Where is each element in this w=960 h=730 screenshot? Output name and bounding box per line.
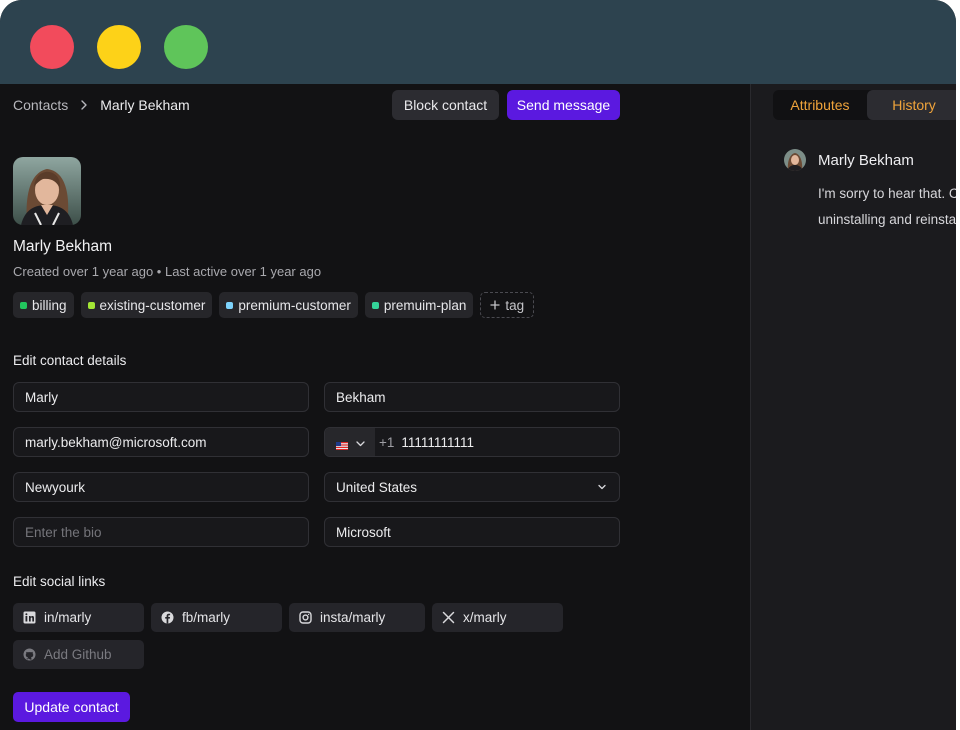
tag-label: premuim-plan <box>383 297 467 313</box>
message-text: I'm sorry to hear that. C uninstalling a… <box>818 181 956 233</box>
avatar <box>13 157 81 225</box>
add-tag-label: tag <box>505 297 525 313</box>
contact-name: Marly Bekham <box>13 238 113 255</box>
tag-color-dot <box>87 301 95 309</box>
instagram-icon <box>299 611 312 624</box>
tag-color-dot <box>226 301 234 309</box>
tag-premium-customer[interactable]: premium-customer <box>219 292 358 318</box>
close-window-button[interactable] <box>30 25 74 69</box>
plus-icon <box>490 298 501 313</box>
linkedin-icon <box>23 611 36 624</box>
company-field[interactable]: Microsoft <box>324 517 620 547</box>
chevron-down-icon <box>597 482 607 492</box>
facebook-field[interactable]: fb/marly <box>151 603 282 632</box>
tag-list: billing existing-customer premium-custom… <box>13 292 535 318</box>
tag-label: billing <box>32 297 67 313</box>
email-field[interactable]: marly.bekham@microsoft.com <box>13 427 309 457</box>
x-value: x/marly <box>463 610 507 625</box>
first-name-field[interactable]: Marly <box>13 382 309 412</box>
bio-field[interactable]: Enter the bio <box>13 517 309 547</box>
tag-billing[interactable]: billing <box>13 292 74 318</box>
sidebar-tabs: Attributes History <box>773 90 956 120</box>
breadcrumb: Contacts Marly Bekham <box>13 97 190 113</box>
country-select[interactable]: United States <box>324 472 620 502</box>
message-line: I'm sorry to hear that. C <box>818 186 956 201</box>
edit-details-title: Edit contact details <box>13 353 127 368</box>
us-flag-icon <box>335 438 348 450</box>
update-contact-button[interactable]: Update contact <box>13 692 130 722</box>
phone-country-code: +1 <box>379 434 395 450</box>
chevron-right-icon <box>80 100 88 110</box>
contact-meta: Created over 1 year ago • Last active ov… <box>13 264 322 279</box>
breadcrumb-current: Marly Bekham <box>100 97 190 113</box>
message-avatar <box>784 149 806 171</box>
tab-attributes[interactable]: Attributes <box>773 90 867 120</box>
x-field[interactable]: x/marly <box>432 603 563 632</box>
github-icon <box>23 648 36 661</box>
tag-premuim-plan[interactable]: premuim-plan <box>364 292 474 318</box>
edit-social-title: Edit social links <box>13 574 106 589</box>
phone-field[interactable]: +1 11111111111 <box>324 427 620 457</box>
maximize-window-button[interactable] <box>164 25 208 69</box>
contact-detail-panel: Contacts Marly Bekham Block contact Send… <box>0 84 750 730</box>
window-titlebar <box>0 0 956 84</box>
last-name-field[interactable]: Bekham <box>324 382 620 412</box>
add-tag-button[interactable]: tag <box>480 292 535 318</box>
breadcrumb-contacts-link[interactable]: Contacts <box>13 97 68 113</box>
chevron-down-icon <box>355 435 365 450</box>
linkedin-value: in/marly <box>44 610 92 625</box>
country-select-value: United States <box>336 479 418 495</box>
phone-number: 11111111111 <box>401 434 474 450</box>
x-logo-icon <box>442 611 455 624</box>
minimize-window-button[interactable] <box>97 25 141 69</box>
country-code-selector[interactable] <box>325 428 375 456</box>
message-author: Marly Bekham <box>818 152 914 169</box>
tab-history[interactable]: History <box>867 90 956 120</box>
tag-label: existing-customer <box>99 297 206 313</box>
activity-sidebar: Attributes History Marly Bekham I'm sorr… <box>750 84 956 730</box>
send-message-button[interactable]: Send message <box>507 90 620 120</box>
instagram-value: insta/marly <box>320 610 386 625</box>
facebook-value: fb/marly <box>182 610 231 625</box>
github-placeholder: Add Github <box>44 647 112 662</box>
instagram-field[interactable]: insta/marly <box>289 603 425 632</box>
tag-label: premium-customer <box>238 297 351 313</box>
tag-color-dot <box>20 301 27 309</box>
city-field[interactable]: Newyourk <box>13 472 309 502</box>
app-window: Contacts Marly Bekham Block contact Send… <box>0 0 956 730</box>
block-contact-button[interactable]: Block contact <box>392 90 499 120</box>
linkedin-field[interactable]: in/marly <box>13 603 144 632</box>
tag-color-dot <box>371 301 379 309</box>
tag-existing-customer[interactable]: existing-customer <box>80 292 213 318</box>
facebook-icon <box>161 611 174 624</box>
github-field[interactable]: Add Github <box>13 640 144 669</box>
message-line: uninstalling and reinsta <box>818 212 956 227</box>
